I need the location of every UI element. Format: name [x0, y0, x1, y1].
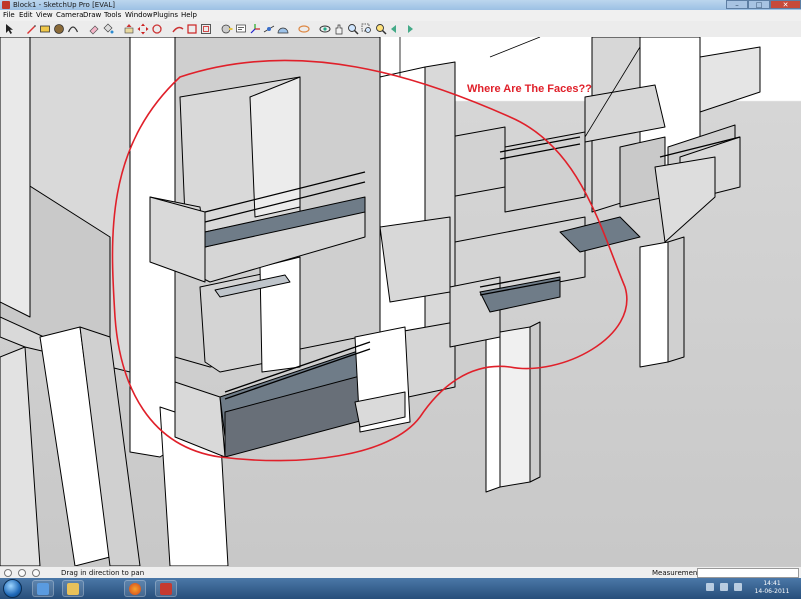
- taskbar-explorer-button[interactable]: [32, 580, 54, 597]
- pan-tool-icon[interactable]: [333, 23, 345, 35]
- menu-tools[interactable]: Tools: [104, 10, 121, 21]
- menu-camera[interactable]: Camera: [56, 10, 83, 21]
- close-button[interactable]: ✕: [770, 0, 801, 9]
- maximize-button[interactable]: □: [748, 0, 770, 9]
- firefox-icon: [129, 583, 141, 595]
- menu-plugins[interactable]: Plugins: [153, 10, 178, 21]
- annotation-text: Where Are The Faces??: [467, 83, 592, 95]
- taskbar-sketchup-button[interactable]: [155, 580, 177, 597]
- media-player-icon: [67, 583, 79, 595]
- protractor-icon[interactable]: [277, 23, 289, 35]
- tape-measure-icon[interactable]: [221, 23, 233, 35]
- minimize-button[interactable]: –: [726, 0, 748, 9]
- taskbar-folder-button[interactable]: [62, 580, 84, 597]
- menu-file[interactable]: File: [3, 10, 15, 21]
- zoom-window-icon[interactable]: [361, 23, 373, 35]
- push-pull-icon[interactable]: [123, 23, 135, 35]
- axes-tool-icon[interactable]: [249, 23, 261, 35]
- clock-date: 14-06-2011: [754, 588, 790, 595]
- menu-edit[interactable]: Edit: [19, 10, 33, 21]
- eraser-tool-icon[interactable]: [88, 23, 100, 35]
- circle-tool-icon[interactable]: [53, 23, 65, 35]
- select-tool-icon[interactable]: [4, 23, 16, 35]
- explorer-icon: [37, 583, 49, 595]
- dimension-tool-icon[interactable]: [263, 23, 275, 35]
- paint-bucket-icon[interactable]: [102, 23, 114, 35]
- tray-network-icon[interactable]: [720, 583, 728, 591]
- start-button[interactable]: [3, 579, 22, 598]
- next-view-icon[interactable]: [403, 23, 415, 35]
- arc-tool-icon[interactable]: [67, 23, 79, 35]
- model-scene: [0, 37, 761, 566]
- clock[interactable]: 14:41 14-06-2011: [752, 580, 792, 596]
- help-icon[interactable]: [32, 569, 40, 577]
- move-tool-icon[interactable]: [137, 23, 149, 35]
- previous-view-icon[interactable]: [389, 23, 401, 35]
- tray-volume-icon[interactable]: [734, 583, 742, 591]
- follow-me-icon[interactable]: [172, 23, 184, 35]
- menu-view[interactable]: View: [36, 10, 53, 21]
- clock-time: 14:41: [763, 580, 781, 587]
- window-title: Block1 - SketchUp Pro [EVAL]: [13, 1, 115, 9]
- zoom-extents-icon[interactable]: [375, 23, 387, 35]
- text-tool-icon[interactable]: [235, 23, 247, 35]
- section-plane-icon[interactable]: [298, 23, 310, 35]
- pencil-tool-icon[interactable]: [25, 23, 37, 35]
- windows-taskbar: 14:41 14-06-2011: [0, 578, 801, 599]
- zoom-tool-icon[interactable]: [347, 23, 359, 35]
- sketchup-icon: [160, 583, 172, 595]
- credits-icon[interactable]: [18, 569, 26, 577]
- measurements-input[interactable]: [697, 568, 799, 578]
- tray-arrow-icon[interactable]: [706, 583, 714, 591]
- geo-location-icon[interactable]: [4, 569, 12, 577]
- menu-help[interactable]: Help: [181, 10, 197, 21]
- scale-tool-icon[interactable]: [186, 23, 198, 35]
- offset-tool-icon[interactable]: [200, 23, 212, 35]
- menu-window[interactable]: Window: [125, 10, 153, 21]
- orbit-tool-icon[interactable]: [319, 23, 331, 35]
- model-viewport[interactable]: Where Are The Faces??: [0, 37, 801, 566]
- sketchup-app-icon[interactable]: [2, 1, 10, 9]
- main-toolbar: [0, 21, 801, 38]
- rotate-tool-icon[interactable]: [151, 23, 163, 35]
- menu-draw[interactable]: Draw: [83, 10, 101, 21]
- rectangle-tool-icon[interactable]: [39, 23, 51, 35]
- taskbar-firefox-button[interactable]: [124, 580, 146, 597]
